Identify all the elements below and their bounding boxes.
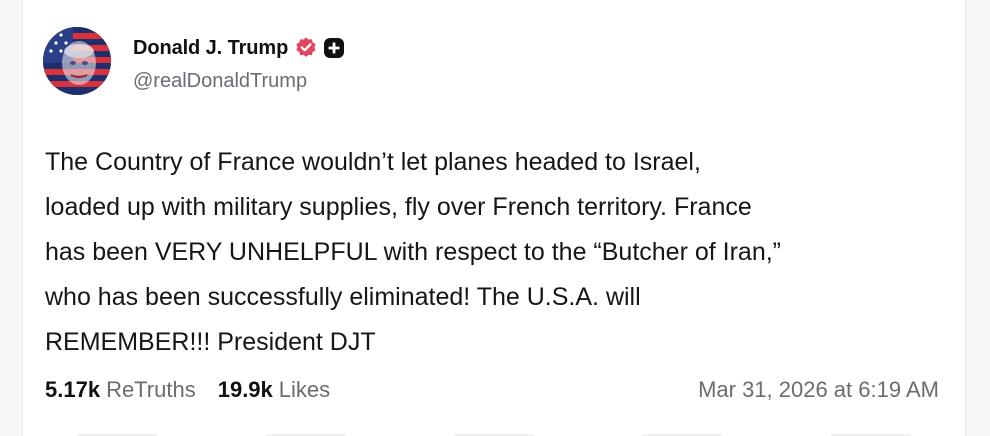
author-handle[interactable]: @realDonaldTrump (133, 70, 307, 93)
post-line: REMEMBER!!! President DJT (45, 328, 376, 356)
post-line: who has been successfully eliminated! Th… (45, 283, 641, 311)
post-body: The Country of France wouldn’t let plane… (45, 140, 945, 365)
likes-label: Likes (278, 377, 331, 402)
flag-portrait-icon (43, 27, 111, 95)
verified-badge-icon (294, 36, 318, 60)
post-timestamp[interactable]: Mar 31, 2026 at 6:19 AM (698, 377, 939, 403)
likes-stat[interactable]: 19.9k Likes (218, 377, 330, 403)
retruths-count: 5.17k (45, 377, 101, 402)
post-line: has been VERY UNHELPFUL with respect to … (45, 238, 781, 266)
truth-plus-icon (323, 37, 345, 59)
retruths-label: ReTruths (106, 377, 196, 402)
post-stats: 5.17k ReTruths 19.9k Likes (45, 377, 352, 403)
post-line: The Country of France wouldn’t let plane… (45, 148, 701, 176)
retruths-stat[interactable]: 5.17k ReTruths (45, 377, 196, 403)
action-bar-divider (23, 431, 965, 436)
author-display-name[interactable]: Donald J. Trump (133, 37, 288, 60)
author-name-row: Donald J. Trump (133, 33, 345, 63)
post-card: Donald J. Trump @realDonaldTrump The Cou… (22, 0, 966, 436)
post-line: loaded up with military supplies, fly ov… (45, 193, 752, 221)
likes-count: 19.9k (217, 377, 273, 402)
avatar[interactable] (43, 27, 111, 95)
